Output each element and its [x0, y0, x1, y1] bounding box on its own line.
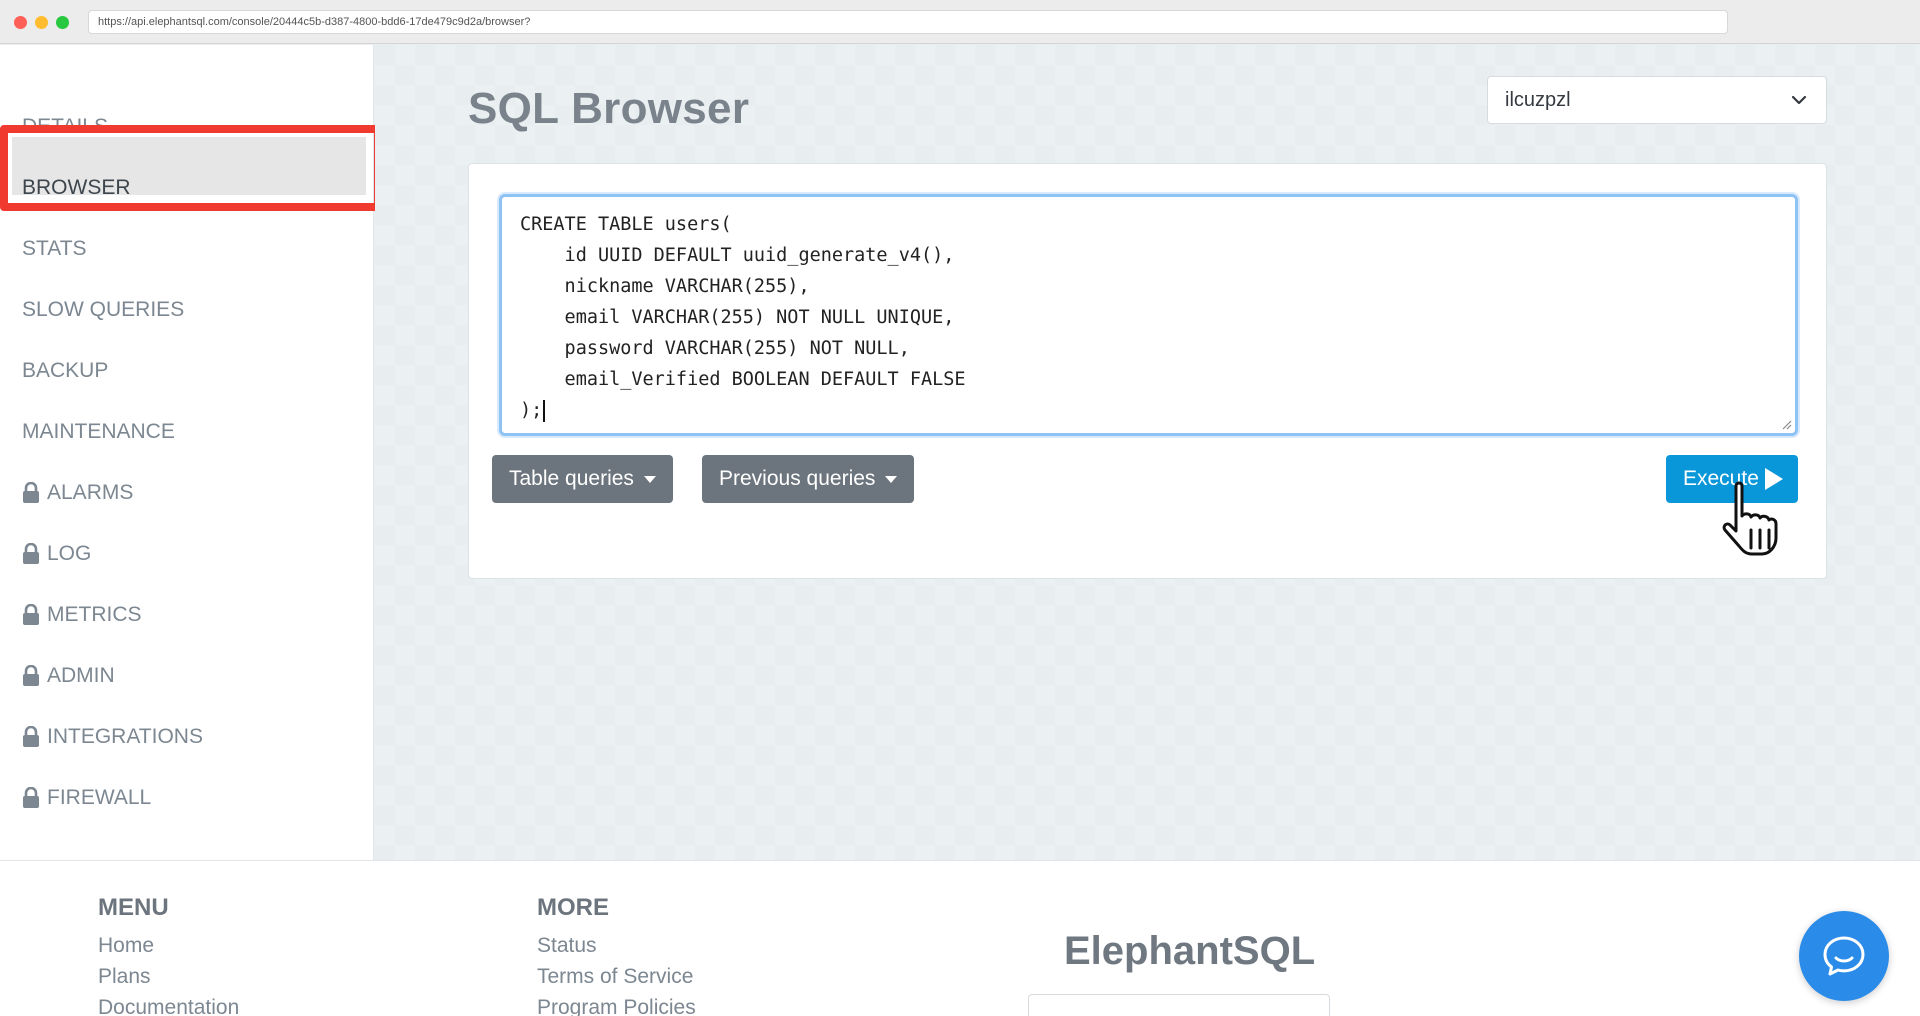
close-window-icon[interactable]: [14, 16, 27, 29]
code-line-last: );: [520, 395, 1777, 426]
sidebar-item-stats[interactable]: STATS: [22, 229, 87, 269]
maximize-window-icon[interactable]: [56, 16, 69, 29]
code-line: nickname VARCHAR(255),: [520, 276, 810, 297]
address-bar[interactable]: https://api.elephantsql.com/console/2044…: [88, 10, 1728, 34]
table-queries-button[interactable]: Table queries: [492, 455, 673, 503]
lock-icon: [22, 787, 40, 809]
code-line: email_Verified BOOLEAN DEFAULT FALSE: [520, 369, 966, 390]
sidebar-item-label: ADMIN: [47, 664, 115, 687]
sidebar-item-label: MAINTENANCE: [22, 420, 175, 443]
sidebar-item-label: STATS: [22, 237, 87, 260]
footer: MENU Home Plans Documentation MORE Statu…: [0, 860, 1920, 1016]
sidebar-item-log[interactable]: LOG: [22, 534, 91, 574]
resize-handle-icon[interactable]: [1780, 418, 1792, 430]
footer-more-heading: MORE: [537, 894, 609, 921]
sidebar-item-label: FIREWALL: [47, 786, 152, 809]
footer-link-plans[interactable]: Plans: [98, 965, 151, 989]
footer-link-status[interactable]: Status: [537, 934, 597, 958]
sidebar-item-firewall[interactable]: FIREWALL: [22, 778, 151, 818]
code-line: );: [520, 400, 543, 421]
lock-icon: [22, 543, 40, 565]
database-select[interactable]: ilcuzpzl: [1487, 76, 1827, 124]
sql-editor[interactable]: CREATE TABLE users( id UUID DEFAULT uuid…: [499, 194, 1798, 436]
footer-brand: ElephantSQL: [1064, 929, 1316, 973]
sidebar-item-integrations[interactable]: INTEGRATIONS: [22, 717, 203, 757]
hand-pointer-cursor-icon: [1722, 481, 1778, 556]
previous-queries-button[interactable]: Previous queries: [702, 455, 915, 503]
sidebar-item-backup[interactable]: BACKUP: [22, 351, 108, 391]
sidebar: DETAILS BROWSER STATS SLOW QUERIES BACKU…: [0, 45, 382, 860]
code-line: id UUID DEFAULT uuid_generate_v4(),: [520, 245, 955, 266]
previous-queries-label: Previous queries: [719, 467, 876, 490]
chat-bubble-icon: [1823, 936, 1865, 976]
caret-down-icon: [643, 475, 656, 483]
sidebar-item-maintenance[interactable]: MAINTENANCE: [22, 412, 175, 452]
sidebar-item-label: LOG: [47, 542, 92, 565]
table-queries-label: Table queries: [509, 467, 634, 490]
footer-input-box[interactable]: [1028, 994, 1330, 1016]
sidebar-item-admin[interactable]: ADMIN: [22, 656, 115, 696]
footer-link-program-policies[interactable]: Program Policies: [537, 996, 696, 1016]
browser-highlight-box: [0, 125, 382, 211]
lock-icon: [22, 726, 40, 748]
sidebar-item-slow-queries[interactable]: SLOW QUERIES: [22, 290, 184, 330]
lock-icon: [22, 482, 40, 504]
footer-menu-heading: MENU: [98, 894, 169, 921]
sidebar-item-metrics[interactable]: METRICS: [22, 595, 142, 635]
page-title: SQL Browser: [468, 84, 750, 133]
footer-link-terms[interactable]: Terms of Service: [537, 965, 693, 989]
lock-icon: [22, 604, 40, 626]
sidebar-item-label: SLOW QUERIES: [22, 298, 185, 321]
sidebar-item-label: ALARMS: [47, 481, 134, 504]
text-caret: [543, 400, 546, 422]
sidebar-item-label: INTEGRATIONS: [47, 725, 203, 748]
sidebar-item-label: METRICS: [47, 603, 142, 626]
chat-widget-button[interactable]: [1799, 911, 1889, 1001]
code-line: CREATE TABLE users(: [520, 214, 732, 235]
browser-chrome: https://api.elephantsql.com/console/2044…: [0, 0, 1920, 44]
database-select-value: ilcuzpzl: [1505, 89, 1571, 111]
code-line: email VARCHAR(255) NOT NULL UNIQUE,: [520, 307, 955, 328]
lock-icon: [22, 665, 40, 687]
minimize-window-icon[interactable]: [35, 16, 48, 29]
footer-link-documentation[interactable]: Documentation: [98, 996, 239, 1016]
sidebar-item-label: BACKUP: [22, 359, 109, 382]
sidebar-item-alarms[interactable]: ALARMS: [22, 473, 133, 513]
chevron-down-icon: [1791, 95, 1807, 105]
code-line: password VARCHAR(255) NOT NULL,: [520, 338, 910, 359]
caret-down-icon: [885, 475, 898, 483]
footer-link-home[interactable]: Home: [98, 934, 154, 958]
query-card: CREATE TABLE users( id UUID DEFAULT uuid…: [468, 163, 1827, 579]
